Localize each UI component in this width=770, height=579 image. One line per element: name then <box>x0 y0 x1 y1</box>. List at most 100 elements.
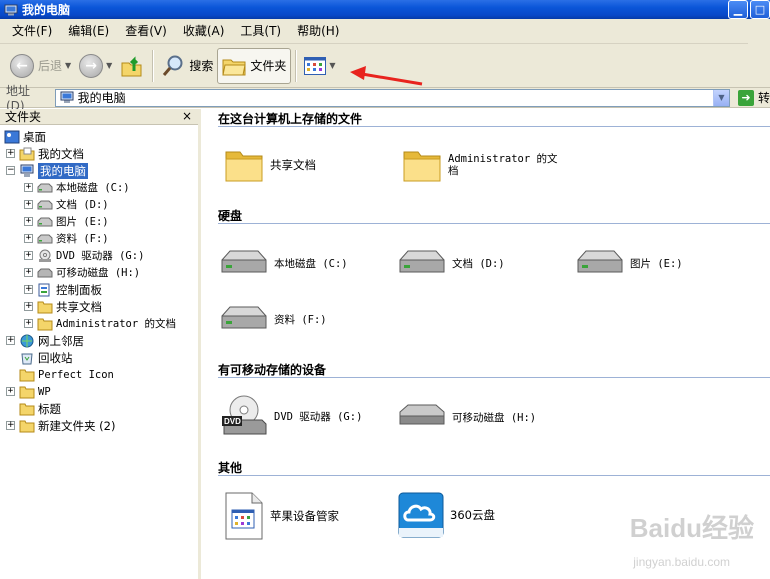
tree-item-admin-documents[interactable]: + Administrator 的文档 <box>24 315 176 332</box>
tree-item-drive-e[interactable]: + 图片 (E:) <box>24 213 109 230</box>
address-input[interactable]: 我的电脑 ▼ <box>54 88 730 107</box>
tree-item-title[interactable]: 标题 <box>6 400 61 417</box>
folder-icon <box>19 386 35 398</box>
expand-icon[interactable]: + <box>24 200 33 209</box>
tree-item-drive-f[interactable]: + 资料 (F:) <box>24 230 109 247</box>
folder-icon <box>19 420 35 432</box>
tile-360-cloud-disk[interactable]: 360云盘 <box>398 492 495 538</box>
folders-button[interactable]: 文件夹 <box>217 47 292 84</box>
minimize-button[interactable]: ▁ <box>728 0 748 19</box>
views-grid-icon <box>304 56 327 75</box>
back-button[interactable]: ← 后退 ▼ <box>6 48 75 84</box>
expand-icon[interactable]: + <box>6 387 15 396</box>
menu-view[interactable]: 查看(V) <box>117 21 175 41</box>
expand-icon[interactable]: + <box>6 336 15 345</box>
address-value: 我的电脑 <box>77 91 126 105</box>
tile-drive-e[interactable]: 图片 (E:) <box>576 248 683 278</box>
tree-item-dvd-drive[interactable]: + DVD 驱动器 (G:) <box>24 247 144 264</box>
tree-item-perfect-icon[interactable]: Perfect Icon <box>6 366 114 383</box>
tree-item-network-places[interactable]: + 网上邻居 <box>6 332 84 349</box>
folder-icon <box>403 151 441 182</box>
tile-dvd-drive[interactable]: DVD DVD 驱动器 (G:) <box>220 394 362 438</box>
tree-item-new-folder-2[interactable]: + 新建文件夹 (2) <box>6 417 115 434</box>
menu-help[interactable]: 帮助(H) <box>289 21 347 41</box>
tile-removable-disk[interactable]: 可移动磁盘 (H:) <box>398 402 536 432</box>
expand-icon[interactable]: + <box>24 285 33 294</box>
menu-bar: 文件(F) 编辑(E) 查看(V) 收藏(A) 工具(T) 帮助(H) <box>0 19 770 44</box>
tree-item-desktop[interactable]: 桌面 <box>4 128 46 145</box>
chevron-down-icon[interactable]: ▼ <box>65 61 71 70</box>
toolbar-separator <box>295 49 297 82</box>
network-icon <box>20 334 34 347</box>
tile-drive-f[interactable]: 资料 (F:) <box>220 304 327 334</box>
tree-item-drive-c[interactable]: + 本地磁盘 (C:) <box>24 179 130 196</box>
tree-item-recycle-bin[interactable]: 回收站 <box>6 349 73 366</box>
title-bar: 我的电脑 ▁ □ <box>0 0 770 19</box>
expand-icon[interactable]: + <box>6 149 15 158</box>
chevron-down-icon[interactable]: ▼ <box>329 61 335 70</box>
menu-file[interactable]: 文件(F) <box>4 21 60 41</box>
group-header-other: 其他 <box>218 459 770 476</box>
tile-drive-c[interactable]: 本地磁盘 (C:) <box>220 248 348 278</box>
chevron-down-icon[interactable]: ▼ <box>106 61 112 70</box>
red-arrow-annotation-icon <box>350 66 423 86</box>
folder-icon <box>37 318 53 330</box>
hard-drive-icon <box>221 250 267 273</box>
content-pane: 在这台计算机上存储的文件 共享文档 Administrator 的文档 硬盘 本… <box>204 109 770 579</box>
watermark-url: jingyan.baidu.com <box>633 555 730 569</box>
watermark-logo: Baidu经验 <box>629 513 754 543</box>
menu-tools[interactable]: 工具(T) <box>232 21 289 41</box>
close-icon[interactable]: × <box>182 109 192 123</box>
dvd-drive-icon <box>39 249 51 262</box>
go-button[interactable]: ➜ 转 <box>737 89 770 106</box>
hard-drive-icon <box>37 234 53 243</box>
tree-item-removable-disk[interactable]: + 可移动磁盘 (H:) <box>24 264 140 281</box>
go-label: 转 <box>757 91 770 105</box>
tree-item-my-documents[interactable]: + 我的文档 <box>6 145 84 162</box>
menu-favorites[interactable]: 收藏(A) <box>175 21 233 41</box>
collapse-icon[interactable]: − <box>6 166 15 175</box>
my-computer-icon <box>20 164 34 177</box>
expand-icon[interactable]: + <box>24 183 33 192</box>
expand-icon[interactable]: + <box>24 268 33 277</box>
tree-item-wp[interactable]: + WP <box>6 383 51 400</box>
forward-button[interactable]: → ▼ <box>75 48 116 84</box>
tree-item-drive-d[interactable]: + 文档 (D:) <box>24 196 109 213</box>
control-panel-icon <box>38 283 50 296</box>
group-header-removable-devices: 有可移动存储的设备 <box>218 361 770 378</box>
address-bar: 地址(D) 我的电脑 ▼ ➜ 转 <box>0 84 770 113</box>
tree-item-shared-documents[interactable]: + 共享文档 <box>24 298 102 315</box>
folder-icon <box>19 369 35 381</box>
folders-pane: 文件夹 × 桌面 + 我的文档 − 我的电脑 + 本地磁盘 (C:) + 文档 … <box>0 109 201 579</box>
search-button[interactable]: 搜索 <box>157 48 217 84</box>
views-button[interactable]: ▼ <box>300 48 339 84</box>
hard-drive-icon <box>221 306 267 329</box>
my-documents-icon <box>19 147 35 160</box>
chevron-down-icon[interactable]: ▼ <box>712 89 729 106</box>
folder-icon <box>225 151 263 182</box>
tile-shared-documents[interactable]: 共享文档 <box>224 147 316 183</box>
up-folder-icon <box>121 55 142 76</box>
hard-drive-icon <box>37 200 53 209</box>
hard-drive-icon <box>37 217 53 226</box>
expand-icon[interactable]: + <box>24 234 33 243</box>
menu-edit[interactable]: 编辑(E) <box>60 21 117 41</box>
tile-apple-device-manager[interactable]: 苹果设备管家 <box>224 492 339 540</box>
tree-item-control-panel[interactable]: + 控制面板 <box>24 281 102 298</box>
folders-pane-title: 文件夹 <box>5 110 42 124</box>
expand-icon[interactable]: + <box>24 217 33 226</box>
tile-admin-documents[interactable]: Administrator 的文档 <box>402 147 566 183</box>
expand-icon[interactable]: + <box>24 319 33 328</box>
up-folder-button[interactable] <box>116 48 148 84</box>
tree-item-my-computer[interactable]: − 我的电脑 <box>6 162 88 179</box>
expand-icon[interactable]: + <box>24 302 33 311</box>
tile-drive-d[interactable]: 文档 (D:) <box>398 248 505 278</box>
forward-arrow-icon: → <box>79 53 104 78</box>
go-arrow-icon: ➜ <box>737 89 754 106</box>
maximize-button[interactable]: □ <box>750 0 770 19</box>
group-header-stored-files: 在这台计算机上存储的文件 <box>218 110 770 127</box>
recycle-bin-icon <box>21 353 33 364</box>
expand-icon[interactable]: + <box>24 251 33 260</box>
removable-disk-icon <box>37 268 53 277</box>
expand-icon[interactable]: + <box>6 421 15 430</box>
